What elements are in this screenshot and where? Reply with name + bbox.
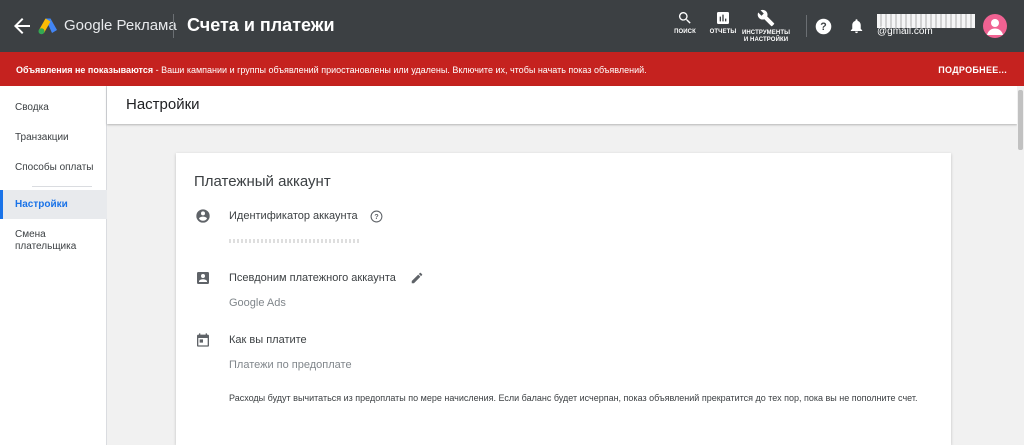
tools-label-line1: ИНСТРУМЕНТЫ bbox=[741, 30, 791, 36]
sidebar-item-payment-methods[interactable]: Способы оплаты bbox=[0, 162, 107, 173]
reports-icon bbox=[717, 12, 729, 24]
help-circle-icon[interactable]: ? bbox=[370, 210, 383, 223]
alert-banner: Объявления не показываются - Ваши кампан… bbox=[0, 52, 1024, 86]
account-email[interactable]: @gmail.com bbox=[877, 26, 933, 37]
google-ads-logo-icon[interactable] bbox=[38, 17, 58, 35]
alert-bold-text: Объявления не показываются bbox=[16, 65, 154, 75]
alert-text: - Ваши кампании и группы объявлений прио… bbox=[153, 65, 647, 75]
sidebar-item-settings[interactable]: Настройки bbox=[0, 190, 107, 219]
account-circle-icon bbox=[196, 209, 210, 223]
calendar-icon bbox=[197, 333, 209, 347]
card-title: Платежный аккаунт bbox=[194, 173, 331, 190]
svg-text:?: ? bbox=[374, 214, 378, 221]
contact-card-icon bbox=[197, 272, 209, 284]
pencil-icon[interactable] bbox=[410, 271, 424, 285]
alias-label: Псевдоним платежного аккаунта bbox=[229, 272, 396, 284]
sidebar-item-summary[interactable]: Сводка bbox=[0, 102, 107, 113]
wrench-icon bbox=[757, 9, 775, 27]
top-bar: Google Реклама Счета и платежи ПОИСК ОТЧ… bbox=[0, 0, 1024, 52]
sidebar: Сводка Транзакции Способы оплаты Настрой… bbox=[0, 86, 107, 445]
how-you-pay-value: Платежи по предоплате bbox=[229, 359, 352, 371]
avatar[interactable] bbox=[983, 14, 1007, 38]
alias-value: Google Ads bbox=[229, 297, 286, 309]
help-icon[interactable]: ? bbox=[815, 18, 832, 35]
tools-label-line2: И НАСТРОЙКИ bbox=[743, 37, 789, 43]
page-header: Настройки bbox=[107, 86, 1017, 124]
page-title: Настройки bbox=[126, 96, 200, 113]
header-divider bbox=[173, 14, 174, 38]
back-arrow-icon[interactable] bbox=[10, 14, 34, 38]
sidebar-divider bbox=[32, 186, 92, 187]
page-section-title: Счета и платежи bbox=[187, 15, 335, 35]
scrollbar-thumb[interactable] bbox=[1018, 90, 1023, 150]
tools-and-settings-button[interactable]: ИНСТРУМЕНТЫ И НАСТРОЙКИ bbox=[738, 9, 794, 44]
bell-icon[interactable] bbox=[848, 17, 865, 35]
account-id-label: Идентификатор аккаунта bbox=[229, 210, 358, 222]
header-divider-right bbox=[806, 15, 807, 37]
account-id-value-redacted bbox=[229, 239, 361, 243]
avatar-icon bbox=[987, 19, 1003, 35]
search-icon bbox=[678, 12, 691, 24]
product-brand[interactable]: Google Реклама bbox=[64, 17, 177, 34]
how-you-pay-label: Как вы платите bbox=[229, 334, 307, 346]
scrollbar[interactable] bbox=[1017, 86, 1024, 445]
svg-text:?: ? bbox=[820, 21, 826, 33]
sidebar-item-transactions[interactable]: Транзакции bbox=[0, 132, 107, 143]
alert-more-link[interactable]: ПОДРОБНЕЕ... bbox=[938, 65, 1007, 75]
sidebar-item-change-payer[interactable]: Смена плательщика bbox=[0, 229, 80, 253]
payment-description: Расходы будут вычитаться из предоплаты п… bbox=[229, 393, 918, 403]
billing-account-card: Платежный аккаунт Идентификатор аккаунта… bbox=[176, 153, 951, 445]
alert-message: Объявления не показываются - Ваши кампан… bbox=[16, 65, 647, 75]
